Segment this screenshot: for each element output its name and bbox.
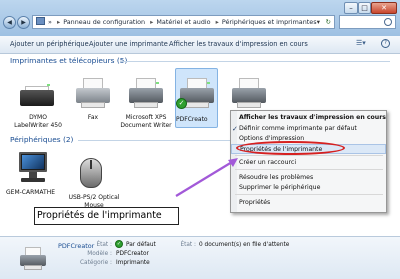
breadcrumb-separator-icon: ▸ xyxy=(150,18,154,26)
menu-separator xyxy=(235,169,383,170)
device-label-computer[interactable]: GEM-CARMATHE xyxy=(6,189,68,197)
help-icon[interactable]: ? xyxy=(381,39,390,48)
maximize-button[interactable]: □ xyxy=(358,2,371,14)
annotation-callout: Propriétés de l'imprimante xyxy=(34,207,179,225)
details-queue-label: État : xyxy=(180,242,196,248)
back-button[interactable]: ◀ xyxy=(3,16,16,29)
menu-item-set-default[interactable]: ✓ Définir comme imprimante par défaut xyxy=(231,124,386,134)
context-menu: Afficher les travaux d'impression en cou… xyxy=(230,110,387,213)
breadcrumb-separator-icon: ▸ xyxy=(215,18,219,26)
close-button[interactable]: ✕ xyxy=(371,2,397,14)
fax-icon[interactable] xyxy=(76,78,110,110)
check-icon: ✓ xyxy=(232,125,238,133)
view-print-jobs-button[interactable]: Afficher les travaux d'impression en cou… xyxy=(169,40,308,48)
breadcrumb-separator-icon: ▸ xyxy=(56,18,61,26)
details-state-value: Par défaut xyxy=(126,242,156,248)
printers-section-header[interactable]: Imprimantes et télécopieurs (5) xyxy=(10,56,127,65)
add-printer-button[interactable]: Ajouter une imprimante xyxy=(89,40,168,48)
dymo-printer-icon[interactable] xyxy=(20,80,54,110)
address-bar[interactable]: » ▸ Panneau de configuration ▸ Matériel et… xyxy=(32,15,335,29)
section-divider xyxy=(78,140,230,141)
section-divider xyxy=(120,61,390,62)
menu-item-remove-device[interactable]: Supprimer le périphérique xyxy=(231,183,386,193)
details-queue-value: 0 document(s) en file d'attente xyxy=(199,242,290,248)
mouse-icon[interactable] xyxy=(80,158,102,188)
minimize-icon: – xyxy=(349,4,353,12)
search-input[interactable] xyxy=(339,15,396,29)
details-category-label: Catégorie : xyxy=(79,260,112,266)
menu-item-troubleshoot[interactable]: Résoudre les problèmes xyxy=(231,173,386,183)
devices-section-header[interactable]: Périphériques (2) xyxy=(10,135,73,144)
details-model-label: Modèle : xyxy=(87,251,112,257)
breadcrumb-devices-printers[interactable]: Périphériques et imprimantes xyxy=(222,18,317,26)
minimize-button[interactable]: – xyxy=(344,2,358,14)
control-panel-icon xyxy=(36,17,45,25)
menu-item-create-shortcut[interactable]: Créer un raccourci xyxy=(231,158,386,168)
maximize-icon: □ xyxy=(361,4,368,12)
details-state-label: État : xyxy=(96,242,112,248)
highlight-ellipse xyxy=(236,141,345,155)
address-overflow-icon: » xyxy=(48,18,52,26)
add-device-button[interactable]: Ajouter un périphérique xyxy=(10,40,89,48)
address-dropdown-icon[interactable]: ▾ xyxy=(317,16,320,28)
details-model-value: PDFCreator xyxy=(116,251,149,257)
xps-printer-icon[interactable] xyxy=(129,78,163,110)
close-icon: ✕ xyxy=(381,4,387,12)
devices-printers-window: – □ ✕ ◀ ▶ » ▸ Panneau de configuration ▸ M… xyxy=(0,0,400,279)
refresh-icon[interactable]: ↻ xyxy=(326,16,331,28)
details-pane: PDFCreator État : ✓ Par défaut Modèle : … xyxy=(0,236,400,279)
details-default-check-icon: ✓ xyxy=(115,240,123,248)
search-icon xyxy=(384,18,392,26)
menu-separator xyxy=(235,155,383,156)
back-arrow-icon: ◀ xyxy=(7,19,12,26)
forward-arrow-icon: ▶ xyxy=(21,19,26,26)
view-options-icon[interactable]: ☰▾ xyxy=(356,39,366,47)
computer-icon[interactable] xyxy=(16,152,50,186)
menu-item-properties[interactable]: Propriétés xyxy=(231,198,386,208)
default-printer-check-icon: ✓ xyxy=(176,98,187,109)
fifth-printer-icon[interactable] xyxy=(232,78,266,110)
forward-button[interactable]: ▶ xyxy=(17,16,30,29)
breadcrumb-control-panel[interactable]: Panneau de configuration xyxy=(63,18,145,26)
menu-item-view-print-jobs[interactable]: Afficher les travaux d'impression en cou… xyxy=(231,113,386,123)
menu-separator xyxy=(235,194,383,195)
command-bar: Ajouter un périphérique Ajouter une impr… xyxy=(0,36,400,54)
details-category-value: Imprimante xyxy=(116,260,150,266)
breadcrumb-hardware-audio[interactable]: Matériel et audio xyxy=(156,18,210,26)
window-chrome: – □ ✕ ◀ ▶ » ▸ Panneau de configuration ▸ M… xyxy=(0,0,400,36)
printer-label-pdfcreator[interactable]: PDFCreato xyxy=(176,116,218,124)
details-printer-icon xyxy=(20,247,46,271)
printer-label-xps[interactable]: Microsoft XPS Document Writer xyxy=(112,114,180,129)
